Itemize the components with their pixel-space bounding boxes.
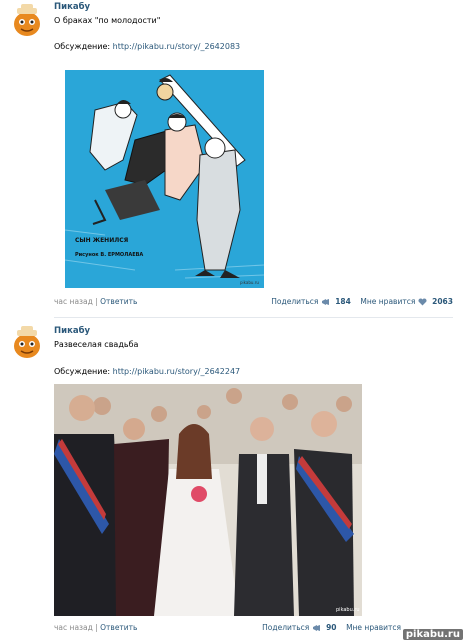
- share-count: 184: [335, 297, 351, 306]
- footer-right: Поделиться 90 Мне нравится: [262, 623, 401, 632]
- post-footer: час назад | Ответить Поделиться 184 Мне …: [54, 297, 453, 309]
- post-footer: час назад | Ответить Поделиться 90 Мне н…: [54, 623, 453, 635]
- image-credit: pikabu.ru: [336, 607, 360, 613]
- cartoon-caption-title: СЫН ЖЕНИЛСЯ: [75, 237, 129, 244]
- post-title: О браках "по молодости": [54, 16, 161, 25]
- footer-right: Поделиться 184 Мне нравится 2063: [271, 297, 453, 306]
- cartoon-illustration: СЫН ЖЕНИЛСЯ Рисунок В. ЕРМОЛАЕВА pikabu.…: [65, 70, 264, 288]
- post-1: Пикабу О браках "по молодости" Обсуждени…: [0, 0, 465, 320]
- share-count: 90: [326, 623, 337, 632]
- post-author[interactable]: Пикабу: [54, 326, 90, 336]
- share-label: Поделиться: [271, 297, 319, 306]
- post-author[interactable]: Пикабу: [54, 2, 90, 12]
- post-image-cartoon[interactable]: СЫН ЖЕНИЛСЯ Рисунок В. ЕРМОЛАЕВА pikabu.…: [65, 70, 264, 288]
- avatar[interactable]: [10, 2, 44, 38]
- discussion-label: Обсуждение:: [54, 367, 111, 376]
- heart-icon: [418, 298, 427, 306]
- pikabu-mascot-icon: [14, 4, 40, 36]
- like-button[interactable]: Мне нравится: [346, 623, 401, 632]
- post-divider: [54, 317, 453, 318]
- reply-link[interactable]: Ответить: [100, 297, 137, 306]
- share-label: Поделиться: [262, 623, 310, 632]
- post-title: Развеселая свадьба: [54, 340, 139, 349]
- site-watermark: pikabu.ru: [402, 629, 463, 640]
- post-time[interactable]: час назад: [54, 297, 93, 306]
- like-label: Мне нравится: [360, 297, 416, 306]
- discussion-link[interactable]: http://pikabu.ru/story/_2642247: [113, 367, 241, 376]
- footer-left: час назад | Ответить: [54, 297, 137, 306]
- discussion-line: Обсуждение: http://pikabu.ru/story/_2642…: [54, 367, 240, 376]
- discussion-line: Обсуждение: http://pikabu.ru/story/_2642…: [54, 42, 240, 51]
- wedding-photo: pikabu.ru: [54, 384, 362, 616]
- avatar[interactable]: [10, 324, 44, 360]
- discussion-label: Обсуждение:: [54, 42, 111, 51]
- footer-left: час назад | Ответить: [54, 623, 137, 632]
- pikabu-mascot-icon: [14, 326, 40, 358]
- post-2: Пикабу Развеселая свадьба Обсуждение: ht…: [0, 322, 465, 641]
- reply-link[interactable]: Ответить: [100, 623, 137, 632]
- megaphone-icon: [312, 625, 320, 631]
- discussion-link[interactable]: http://pikabu.ru/story/_2642083: [113, 42, 241, 51]
- share-button[interactable]: Поделиться 90: [262, 623, 339, 632]
- like-label: Мне нравится: [346, 623, 401, 632]
- footer-separator: |: [95, 297, 98, 306]
- megaphone-icon: [321, 299, 329, 305]
- like-button[interactable]: Мне нравится 2063: [360, 297, 453, 306]
- post-image-wedding-photo[interactable]: pikabu.ru: [54, 384, 362, 616]
- footer-separator: |: [95, 623, 98, 632]
- share-button[interactable]: Поделиться 184: [271, 297, 353, 306]
- cartoon-caption-author: Рисунок В. ЕРМОЛАЕВА: [75, 252, 143, 258]
- like-count: 2063: [432, 297, 453, 306]
- image-credit: pikabu.ru: [240, 280, 259, 285]
- post-time[interactable]: час назад: [54, 623, 93, 632]
